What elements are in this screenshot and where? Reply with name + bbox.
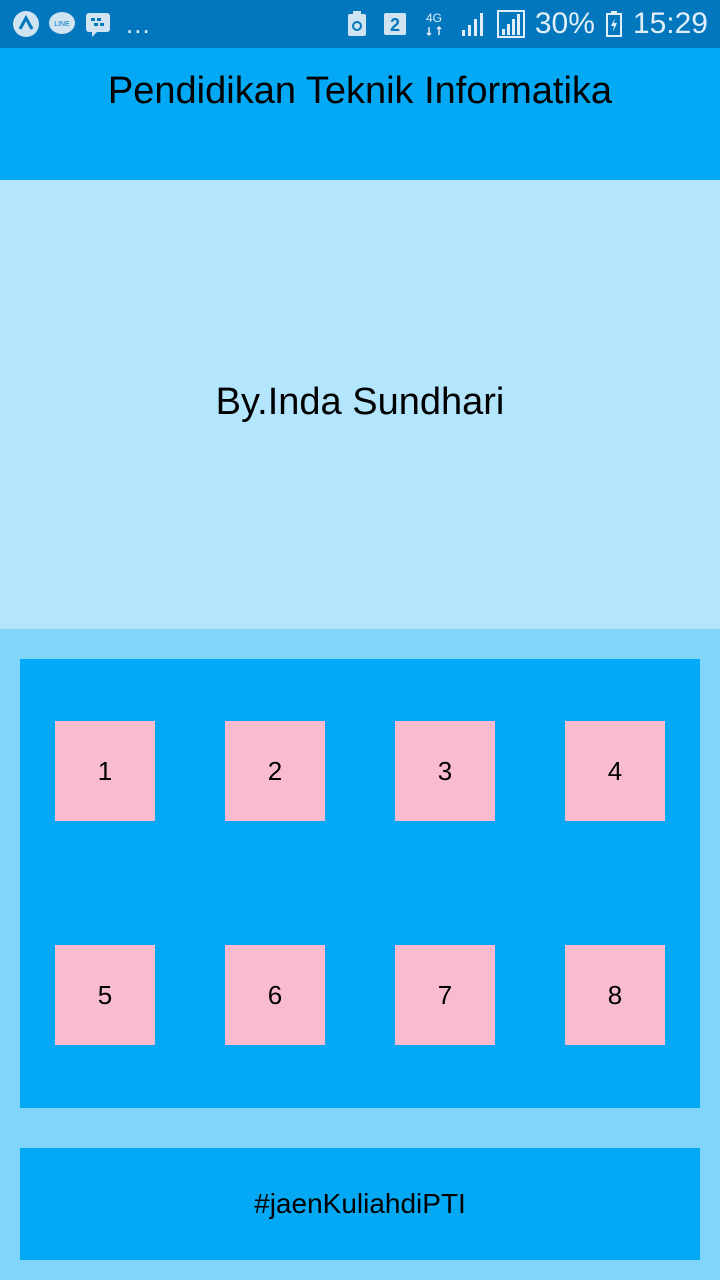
bbm-icon (84, 10, 112, 38)
sim-icon: 2 (381, 10, 409, 38)
signal-icon (459, 10, 487, 38)
battery-icon (605, 10, 623, 38)
recycle-icon (343, 10, 371, 38)
author-panel: By.Inda Sundhari (0, 180, 720, 629)
tile-1[interactable]: 1 (55, 721, 155, 821)
network-type-label: 4G (426, 11, 442, 25)
more-notifications: ... (126, 8, 151, 39)
a-app-icon (12, 10, 40, 38)
svg-text:LINE: LINE (54, 21, 70, 28)
tile-6[interactable]: 6 (225, 945, 325, 1045)
tile-7[interactable]: 7 (395, 945, 495, 1045)
footer-banner: #jaenKuliahdiPTI (20, 1148, 700, 1260)
network-type-icon: 4G (419, 10, 449, 38)
battery-percent: 30% (534, 7, 595, 40)
tile-5[interactable]: 5 (55, 945, 155, 1045)
status-bar-system: 2 4G 30% 15:29 (343, 7, 708, 41)
status-bar: LINE ... 2 4G 30% 15:29 (0, 0, 720, 48)
tile-2[interactable]: 2 (225, 721, 325, 821)
menu-grid: 1 2 3 4 5 6 7 8 (20, 659, 700, 1108)
line-icon: LINE (48, 10, 76, 38)
tile-4[interactable]: 4 (565, 721, 665, 821)
clock: 15:29 (632, 7, 708, 40)
sim-label: 2 (390, 15, 400, 35)
app-bar: Pendidikan Teknik Informatika (0, 48, 720, 180)
tile-8[interactable]: 8 (565, 945, 665, 1045)
status-bar-notifications: LINE ... (12, 9, 151, 40)
hashtag-text: #jaenKuliahdiPTI (254, 1188, 466, 1219)
tile-3[interactable]: 3 (395, 721, 495, 821)
signal-icon-2 (496, 10, 525, 38)
page-title: Pendidikan Teknik Informatika (107, 70, 613, 112)
author-text: By.Inda Sundhari (215, 381, 505, 423)
